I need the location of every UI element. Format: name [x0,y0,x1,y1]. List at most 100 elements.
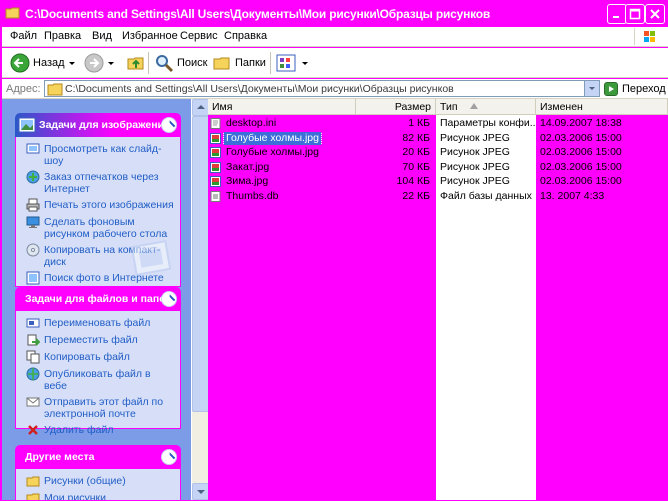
file-row[interactable]: Голубые холмы.jpg 20 КБ Рисунок JPEG 02.03.… [208,146,668,159]
back-label: Назад [33,57,65,69]
menu-edit[interactable]: Правка [44,30,81,42]
chevron-up-icon[interactable] [161,117,177,133]
task-pane: Задачи для изображений Просмотреть как с… [2,99,191,500]
jpeg-file-icon [210,161,221,173]
column-size-label: Размер [394,101,431,113]
views-button[interactable] [276,51,308,75]
order-prints-icon [26,170,40,184]
column-modified-header[interactable]: Изменен [536,99,668,115]
print-icon [26,198,40,212]
place-label: Мои рисунки [44,492,106,500]
file-row[interactable]: Закат.jpg 70 КБ Рисунок JPEG 02.03.2006 15:… [208,161,668,174]
chevron-up-icon[interactable] [161,291,177,307]
maximize-button[interactable] [625,4,645,24]
file-name: Голубые холмы.jpg [226,146,319,158]
file-name-cell[interactable]: Thumbs.db [210,190,355,203]
task-order-prints[interactable]: Заказ отпечатков через Интернет [16,169,180,197]
menu-view[interactable]: Вид [92,30,112,42]
file-name-cell[interactable]: Зима.jpg [210,175,355,188]
rename-icon [26,318,40,328]
forward-button[interactable] [84,51,114,75]
task-label: Опубликовать файл в вебе [44,368,151,392]
minimize-button[interactable] [607,4,627,24]
file-size: 70 КБ [402,160,430,173]
file-row[interactable]: Thumbs.db 22 КБ Файл базы данных 13. 2007 4… [208,190,668,203]
address-input[interactable]: C:\Documents and Settings\All Users\Доку… [44,80,600,97]
task-print[interactable]: Печать этого изображения [16,197,180,214]
file-tasks-header[interactable]: Задачи для файлов и папок [15,287,181,311]
file-tasks-body: Переименовать файл Переместить файл Копи… [15,311,181,436]
file-modified: 02.03.2006 15:00 [540,146,622,158]
folder-icon [5,7,20,19]
place-shared-pictures[interactable]: Рисунки (общие) [16,473,180,490]
minimize-icon [613,16,619,18]
chevron-up-icon[interactable] [161,449,177,465]
other-places-header[interactable]: Другие места [15,445,181,469]
go-button[interactable]: Переход [604,80,666,97]
column-name-header[interactable]: Имя [208,99,356,115]
folders-button[interactable]: Папки [212,51,266,75]
search-button[interactable]: Поиск [154,51,207,75]
file-name-cell[interactable]: Голубые холмы.jpg [210,131,355,145]
menu-file[interactable]: Файл [10,30,37,42]
menu-help[interactable]: Справка [224,30,267,42]
file-type: Файл базы данных [440,189,532,202]
task-slideshow[interactable]: Просмотреть как слайд-шоу [16,141,180,169]
file-size: 22 КБ [402,189,430,202]
file-row[interactable]: Зима.jpg 104 КБ Рисунок JPEG 02.03.2006 15:… [208,175,668,188]
task-label: Заказ отпечатков через Интернет [44,171,159,195]
task-label: Переименовать файл [44,317,151,329]
file-size: 104 КБ [396,175,430,187]
file-name: desktop.ini [226,117,277,129]
forward-dropdown-icon[interactable] [108,61,114,65]
task-publish[interactable]: Опубликовать файл в вебе [16,366,180,394]
task-delete[interactable]: Удалить файл [16,422,180,439]
db-file-icon [210,190,221,202]
search-label: Поиск [177,57,208,69]
title-bar[interactable]: C:\Documents and Settings\All Users\Доку… [1,1,668,27]
file-type: Рисунок JPEG [440,160,510,173]
task-label: Просмотреть как слайд-шоу [44,143,162,167]
file-row[interactable]: Голубые холмы.jpg 82 КБ Рисунок JPEG 02.03.… [208,131,668,145]
back-dropdown-icon[interactable] [68,61,75,65]
web-photo-icon [26,271,40,285]
file-name-cell[interactable]: Голубые холмы.jpg [210,146,355,159]
file-row[interactable]: desktop.ini 1 КБ Параметры конфи... 14.09.2… [208,117,668,130]
scroll-down-icon[interactable] [192,483,209,500]
go-arrow-icon [604,81,618,96]
column-size-header[interactable]: Размер [356,99,436,115]
close-icon [650,9,660,19]
task-pane-scrollbar[interactable] [191,99,209,500]
folders-label: Папки [235,57,266,69]
task-copy[interactable]: Копировать файл [16,349,180,366]
address-dropdown-icon[interactable] [584,81,599,96]
other-places-body: Рисунки (общие) Мои рисунки [15,469,181,500]
back-arrow-icon [10,53,30,73]
task-label: Копировать файл [44,351,130,363]
folder-icon [47,83,63,96]
file-name-cell[interactable]: desktop.ini [210,117,355,130]
up-button[interactable] [126,51,146,75]
menu-favorites[interactable]: Избранное [122,30,178,42]
image-tasks-header[interactable]: Задачи для изображений [15,113,181,137]
place-my-pictures[interactable]: Мои рисунки [16,490,180,500]
sort-ascending-icon [470,103,478,109]
file-name-cell[interactable]: Закат.jpg [210,161,355,174]
close-button[interactable] [645,4,665,24]
file-name: Thumbs.db [226,189,279,202]
views-dropdown-icon[interactable] [302,61,308,65]
file-name: Закат.jpg [226,160,270,173]
file-name: Голубые холмы.jpg [223,131,322,145]
scroll-thumb[interactable] [192,116,209,412]
task-email[interactable]: Отправить этот файл по электронной почте [16,394,180,422]
scroll-up-icon[interactable] [192,99,209,116]
column-type-header[interactable]: Тип [436,99,536,115]
task-rename[interactable]: Переименовать файл [16,315,180,332]
task-move[interactable]: Переместить файл [16,332,180,349]
back-button[interactable]: Назад [10,51,75,75]
menu-tools[interactable]: Сервис [180,30,218,42]
column-type-label: Тип [440,101,458,113]
menu-bar: Файл Правка Вид Избранное Сервис Справка [2,27,668,47]
image-tasks-title: Задачи для изображений [39,119,171,131]
email-icon [26,397,40,407]
